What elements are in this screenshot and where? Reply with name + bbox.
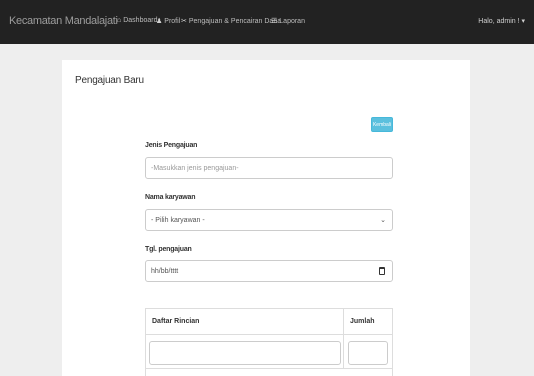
rincian-input[interactable] — [149, 341, 341, 365]
nama-karyawan-selected: - Pilih karyawan - — [151, 216, 205, 224]
nav-pengajuan-label: Pengajuan & Pencairan Dana — [188, 17, 282, 25]
page-title: Pengajuan Baru — [75, 75, 144, 86]
nav-laporan-label: Laporan — [279, 17, 305, 25]
nav-profil[interactable]: ♟ Profil — [156, 17, 181, 26]
nav-dashboard-label: Dashboard — [123, 17, 158, 24]
nav-dashboard[interactable]: ⌂ Dashboard — [117, 17, 157, 24]
form-panel: Pengajuan Baru Kembali Jenis Pengajuan -… — [62, 60, 470, 376]
table-row-jumlah — [344, 335, 392, 369]
nama-karyawan-label: Nama karyawan — [145, 194, 196, 201]
nav-laporan[interactable]: ☰ Laporan — [271, 17, 305, 26]
back-button[interactable]: Kembali — [371, 117, 393, 132]
calendar-icon[interactable] — [379, 267, 385, 275]
tgl-pengajuan-input[interactable]: hh/bb/tttt — [145, 260, 393, 282]
tgl-pengajuan-label: Tgl. pengajuan — [145, 246, 192, 253]
tgl-pengajuan-value: hh/bb/tttt — [151, 267, 179, 275]
nama-karyawan-select[interactable]: - Pilih karyawan - ⌄ — [145, 209, 393, 231]
daftar-rincian-header: Daftar Rincian — [152, 318, 200, 325]
chevron-down-icon: ⌄ — [380, 217, 386, 224]
jenis-pengajuan-input[interactable]: -Masukkan jenis pengajuan- — [145, 157, 393, 179]
tools-icon: ✂ — [181, 18, 187, 25]
user-icon: ♟ — [156, 18, 163, 25]
nav-profil-label: Profil — [164, 17, 181, 25]
jumlah-header: Jumlah — [350, 318, 375, 325]
brand-title[interactable]: Kecamatan Mandalajati — [9, 15, 118, 27]
list-icon: ☰ — [271, 18, 278, 25]
jenis-pengajuan-placeholder: -Masukkan jenis pengajuan- — [151, 164, 239, 172]
top-navbar: Kecamatan Mandalajati ⌂ Dashboard ♟ Prof… — [0, 0, 534, 44]
table-header-jumlah: Jumlah — [344, 309, 392, 335]
table-header-daftar: Daftar Rincian — [146, 309, 344, 335]
nav-pengajuan[interactable]: ✂ Pengajuan & Pencairan Dana — [181, 17, 282, 26]
jumlah-input[interactable] — [348, 341, 388, 365]
home-icon: ⌂ — [117, 17, 122, 24]
jenis-pengajuan-label: Jenis Pengajuan — [145, 142, 198, 149]
table-row — [146, 335, 344, 369]
user-menu-dropdown[interactable]: Halo, admin ! ▾ — [478, 17, 525, 25]
rincian-table: Daftar Rincian Jumlah — [145, 308, 393, 376]
